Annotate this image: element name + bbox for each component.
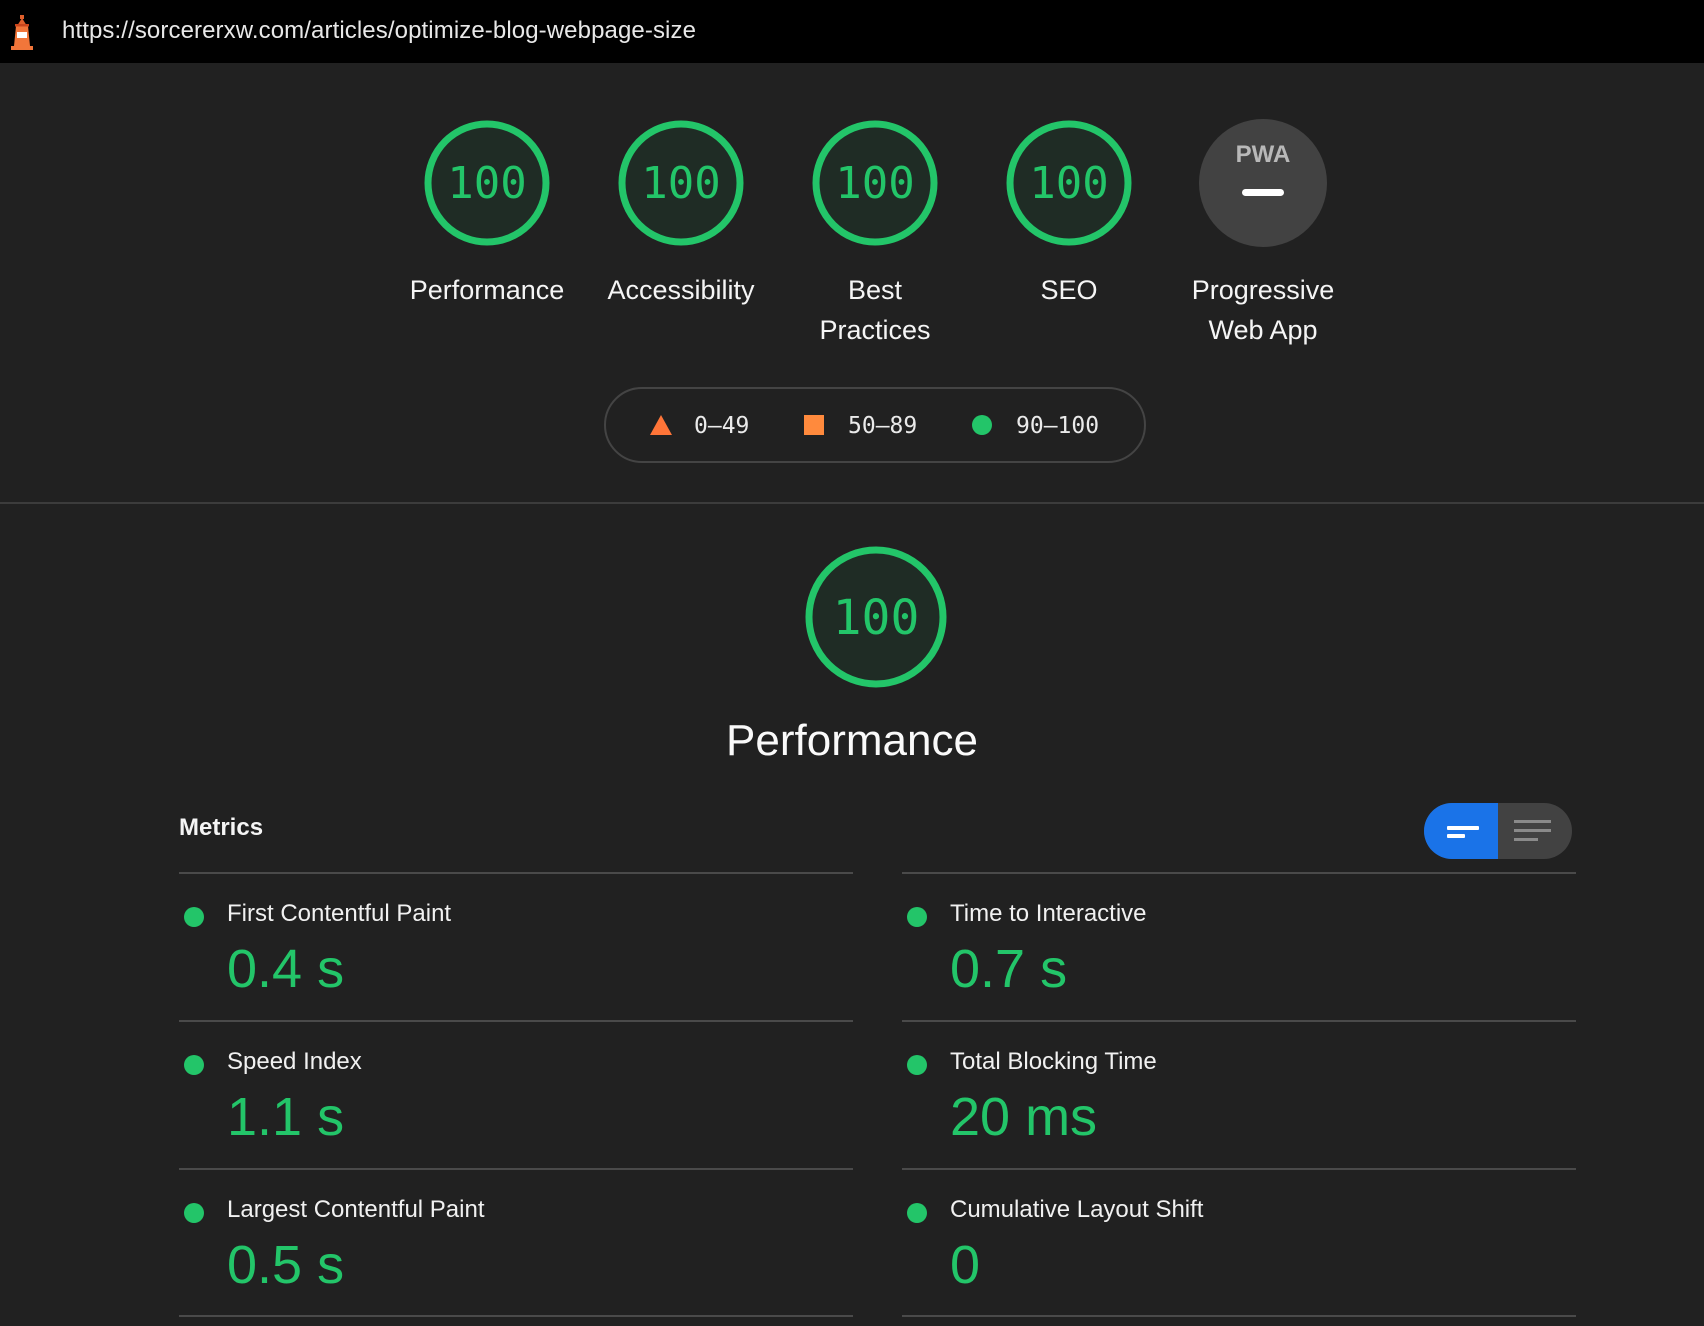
metric-name: Total Blocking Time: [950, 1048, 1157, 1075]
category-gauges: 100 Performance 100 Accessibility 100 Be…: [0, 118, 1704, 358]
pass-dot-icon: [907, 907, 927, 927]
metric-name: First Contentful Paint: [227, 900, 452, 927]
dash-icon: [1242, 189, 1284, 196]
expanded-list-icon: [1514, 820, 1551, 841]
metric-name: Largest Contentful Paint: [227, 1196, 485, 1223]
metrics-view-toggle[interactable]: [1424, 803, 1572, 859]
pwa-badge-text: PWA: [1236, 141, 1291, 168]
gauge-label: Best Practices: [819, 275, 931, 345]
metric-value: 20 ms: [950, 1087, 1098, 1147]
circle-icon: [972, 415, 992, 435]
url-text[interactable]: https://sorcererxw.com/articles/optimize…: [62, 17, 696, 45]
legend-pass: 90–100: [1016, 413, 1100, 439]
gauge-label: SEO: [1040, 275, 1098, 305]
gauge-best-practices[interactable]: 100 Best Practices: [775, 118, 975, 350]
gauge-ring: 100: [618, 120, 744, 246]
compact-list-icon: [1447, 826, 1479, 838]
pass-dot-icon: [184, 907, 204, 927]
legend-average: 50–89: [848, 413, 918, 439]
gauge-ring: 100: [424, 120, 550, 246]
metric-value: 1.1 s: [227, 1087, 345, 1147]
metric-value: 0.5 s: [227, 1235, 345, 1295]
lighthouse-icon: [11, 15, 33, 50]
gauge-label: Performance: [409, 275, 565, 305]
performance-score: 100: [833, 590, 920, 646]
metric-name: Time to Interactive: [950, 900, 1147, 927]
metric-time-to-interactive: Time to Interactive 0.7 s: [902, 872, 1576, 1020]
square-icon: [804, 415, 824, 435]
gauge-seo[interactable]: 100 SEO: [969, 118, 1169, 310]
gauge-performance[interactable]: 100 Performance: [387, 118, 587, 310]
triangle-icon: [650, 415, 672, 435]
gauge-label: Accessibility: [607, 275, 755, 305]
pass-dot-icon: [184, 1055, 204, 1075]
metrics-header: Metrics: [179, 814, 264, 841]
browser-bar: https://sorcererxw.com/articles/optimize…: [0, 0, 1704, 63]
gauge-score: 100: [641, 158, 720, 209]
metric-first-contentful-paint: First Contentful Paint 0.4 s: [179, 872, 853, 1020]
gauge-ring: 100: [812, 120, 938, 246]
metric-largest-contentful-paint: Largest Contentful Paint 0.5 s: [179, 1168, 853, 1316]
metric-name: Cumulative Layout Shift: [950, 1196, 1204, 1223]
legend-fail: 0–49: [694, 413, 750, 439]
gauge-pwa[interactable]: PWA Progressive Web App: [1163, 118, 1363, 350]
performance-gauge: 100: [805, 546, 947, 688]
gauge-label: Progressive Web App: [1191, 275, 1335, 345]
metric-value: 0: [950, 1235, 981, 1295]
gauge-score: 100: [835, 158, 914, 209]
pwa-badge: PWA: [1199, 119, 1327, 247]
metric-cumulative-layout-shift: Cumulative Layout Shift 0: [902, 1168, 1576, 1316]
compact-view-button[interactable]: [1424, 803, 1498, 859]
metric-value: 0.4 s: [227, 939, 345, 999]
metric-divider: [179, 1315, 853, 1317]
metric-total-blocking-time: Total Blocking Time 20 ms: [902, 1020, 1576, 1168]
gauge-ring: 100: [1006, 120, 1132, 246]
section-divider: [0, 502, 1704, 504]
pass-dot-icon: [907, 1203, 927, 1223]
pass-dot-icon: [184, 1203, 204, 1223]
expanded-view-button[interactable]: [1498, 803, 1572, 859]
metric-name: Speed Index: [227, 1048, 362, 1075]
pass-dot-icon: [907, 1055, 927, 1075]
metric-divider: [902, 1315, 1576, 1317]
gauge-score: 100: [1029, 158, 1108, 209]
metric-value: 0.7 s: [950, 939, 1068, 999]
metric-speed-index: Speed Index 1.1 s: [179, 1020, 853, 1168]
gauge-accessibility[interactable]: 100 Accessibility: [581, 118, 781, 310]
performance-title: Performance: [726, 716, 978, 765]
score-legend: 0–49 50–89 90–100: [604, 387, 1146, 463]
gauge-score: 100: [447, 158, 526, 209]
